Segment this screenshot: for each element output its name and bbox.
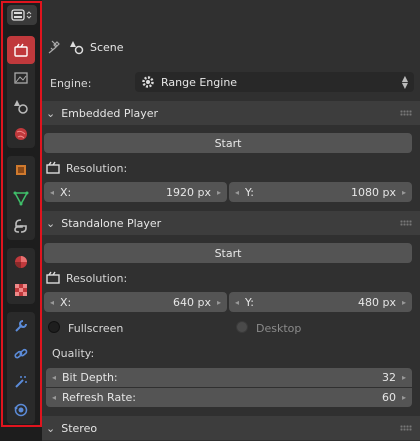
tab-python-logic[interactable] [7,212,35,240]
tab-modifiers[interactable] [7,312,35,340]
tab-material[interactable] [7,248,35,276]
desktop-checkbox[interactable] [236,321,248,333]
standalone-x-value: 640 px [173,295,211,309]
decrement-arrow-icon[interactable]: ◂ [52,373,56,382]
camera-resolution-icon [46,161,60,174]
editor-type-icon [11,9,32,21]
quality-label: Quality: [52,347,95,360]
embedded-x-value: 1920 px [166,185,211,199]
embedded-y-label: Y: [245,185,254,199]
increment-arrow-icon[interactable]: ▸ [402,393,406,402]
output-image-icon [14,72,28,84]
engine-label: Engine: [50,77,92,90]
embedded-player-title: Embedded Player [61,106,159,120]
chevron-down-icon: ⌄ [46,216,56,230]
tab-physics[interactable] [7,396,35,424]
texture-checker-icon [15,284,27,296]
embedded-y-value: 1080 px [351,185,396,199]
tab-group-object [7,156,35,240]
standalone-y-label: Y: [245,295,254,309]
tab-group-shading [7,248,35,304]
embedded-resolution-x-field[interactable]: ◂ X: 1920 px ▸ [44,182,227,202]
standalone-resolution-y-field[interactable]: ◂ Y: 480 px ▸ [229,292,412,312]
tab-object[interactable] [7,156,35,184]
bit-depth-value: 32 [381,371,396,384]
tab-texture[interactable] [7,276,35,304]
stereo-title: Stereo [61,421,98,435]
refresh-rate-label: Refresh Rate: [62,391,136,404]
properties-top-bar [42,0,420,34]
scene-icon [70,41,84,55]
scene-name: Scene [90,40,124,54]
mesh-data-icon [13,191,29,206]
standalone-resolution-label: Resolution: [66,272,128,285]
tab-world[interactable] [7,120,35,148]
world-icon [15,128,27,140]
editor-type-menu[interactable] [7,5,37,25]
chevron-down-icon: ⌄ [46,106,56,120]
tab-output[interactable] [7,64,35,92]
standalone-resolution-x-field[interactable]: ◂ X: 640 px ▸ [44,292,227,312]
dropdown-arrows-icon: ▲ ▼ [401,74,408,90]
fullscreen-checkbox[interactable] [48,321,60,333]
decrement-arrow-icon[interactable]: ◂ [235,188,239,197]
material-icon [15,256,27,268]
increment-arrow-icon[interactable]: ▸ [402,373,406,382]
embedded-resolution-label: Resolution: [66,162,128,175]
drag-grip-icon[interactable] [400,110,412,116]
context-breadcrumb: Scene [46,36,124,58]
engine-value: Range Engine [161,75,238,89]
stereo-panel-header[interactable]: ⌄ Stereo [42,416,420,440]
decrement-arrow-icon[interactable]: ◂ [235,298,239,307]
bit-depth-label: Bit Depth: [62,371,118,384]
bit-depth-field[interactable]: ◂ Bit Depth: 32 ▸ [46,368,412,387]
drag-grip-icon[interactable] [400,425,412,431]
fullscreen-label: Fullscreen [68,322,124,335]
properties-panel: Scene Engine: Range Engine ▲ ▼ ⌄ Embedded… [42,0,420,441]
refresh-rate-value: 60 [381,391,396,404]
increment-arrow-icon[interactable]: ▸ [217,188,221,197]
chevron-down-icon: ⌄ [46,421,56,435]
render-icon [14,43,28,57]
increment-arrow-icon[interactable]: ▸ [402,188,406,197]
properties-tab-sidebar [0,0,42,441]
standalone-player-title: Standalone Player [61,216,162,230]
tab-render[interactable] [7,36,35,64]
gear-icon [142,76,154,88]
decrement-arrow-icon[interactable]: ◂ [50,298,54,307]
tab-group-scene [7,36,35,148]
embedded-resolution-y-field[interactable]: ◂ Y: 1080 px ▸ [229,182,412,202]
embedded-x-label: X: [60,185,72,199]
object-icon [16,165,26,175]
scene-icon [14,100,28,114]
standalone-y-value: 480 px [358,295,396,309]
standalone-x-label: X: [60,295,72,309]
embedded-start-button[interactable]: Start [44,133,412,153]
physics-orbit-icon [14,403,28,417]
decrement-arrow-icon[interactable]: ◂ [52,393,56,402]
increment-arrow-icon[interactable]: ▸ [217,298,221,307]
tab-group-tools [7,312,35,424]
desktop-label: Desktop [256,322,302,335]
constraint-link-icon [14,348,28,359]
engine-dropdown[interactable]: Range Engine ▲ ▼ [135,72,414,92]
tab-scene[interactable] [7,92,35,120]
drag-grip-icon[interactable] [400,220,412,226]
standalone-player-panel-header[interactable]: ⌄ Standalone Player [42,211,420,235]
tab-constraints[interactable] [7,340,35,368]
pin-icon[interactable] [46,39,62,55]
embedded-player-panel-header[interactable]: ⌄ Embedded Player [42,101,420,125]
tab-particles[interactable] [7,368,35,396]
particles-wand-icon [15,376,27,388]
wrench-icon [15,320,27,332]
refresh-rate-field[interactable]: ◂ Refresh Rate: 60 ▸ [46,388,412,407]
camera-resolution-icon [46,271,60,284]
standalone-start-button[interactable]: Start [44,243,412,263]
python-icon [14,219,27,233]
tab-mesh-data[interactable] [7,184,35,212]
decrement-arrow-icon[interactable]: ◂ [50,188,54,197]
increment-arrow-icon[interactable]: ▸ [402,298,406,307]
